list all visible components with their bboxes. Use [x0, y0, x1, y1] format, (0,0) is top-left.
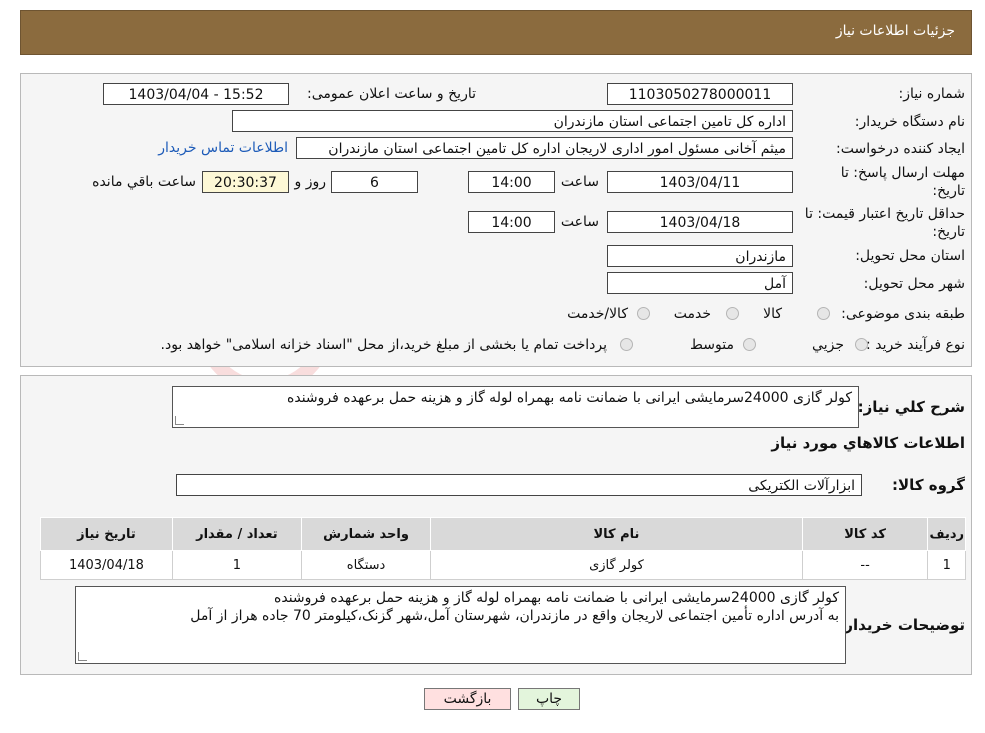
process-note: پرداخت تمام یا بخشی از مبلغ خرید،از محل …	[160, 337, 607, 353]
description-label: شرح کلي نياز:	[857, 398, 965, 416]
validity-date-field: 1403/04/18	[607, 211, 793, 233]
buyer-notes-textarea[interactable]: کولر گازی 24000سرمایشی ایرانی با ضمانت ن…	[75, 586, 846, 664]
process-option-medium: متوسط	[690, 337, 734, 353]
process-radio-medium[interactable]	[743, 338, 756, 351]
cell-code: --	[801, 550, 929, 580]
need-number-label: شماره نیاز:	[898, 86, 966, 102]
col-code: کد کالا	[801, 517, 929, 551]
validity-label-line1: حداقل تاریخ اعتبار قیمت: تا	[804, 206, 965, 222]
buyer-org-label: نام دستگاه خریدار:	[854, 114, 965, 130]
process-radio-minor[interactable]	[855, 338, 868, 351]
deadline-date-field: 1403/04/11	[607, 171, 793, 193]
deadline-label-line2: تاریخ:	[932, 183, 965, 199]
need-number-field: 1103050278000011	[607, 83, 793, 105]
category-radio-goods-service[interactable]	[637, 307, 650, 320]
resize-grip-icon[interactable]	[175, 416, 184, 425]
city-field: آمل	[607, 272, 793, 294]
col-row: رديف	[927, 517, 966, 551]
buyer-org-field: اداره کل تامین اجتماعی استان مازندران	[232, 110, 793, 132]
cell-name: کولر گازی	[430, 550, 803, 580]
items-table-header: رديف کد کالا نام کالا واحد شمارش تعداد /…	[40, 517, 966, 551]
category-radio-service[interactable]	[726, 307, 739, 320]
buyer-notes-line2: به آدرس اداره تأمین اجتماعی لاریجان واقع…	[190, 608, 839, 624]
goods-group-field: ابزارآلات الکتریکی	[176, 474, 862, 496]
deadline-time-field: 14:00	[468, 171, 555, 193]
validity-label-line2: تاریخ:	[932, 224, 965, 240]
province-field: مازندران	[607, 245, 793, 267]
days-remaining-field: 6	[331, 171, 418, 193]
cell-date: 1403/04/18	[40, 550, 173, 580]
category-label: طبقه بندی موضوعی:	[841, 306, 965, 322]
announce-label: تاریخ و ساعت اعلان عمومی:	[307, 86, 476, 102]
col-unit: واحد شمارش	[300, 517, 432, 551]
col-qty: تعداد / مقدار	[171, 517, 302, 551]
validity-time-field: 14:00	[468, 211, 555, 233]
deadline-time-label: ساعت	[560, 174, 599, 190]
creator-field: میثم آخانی مسئول امور اداری لاریجان ادار…	[296, 137, 793, 159]
description-textarea[interactable]: کولر گازی 24000سرمایشی ایرانی با ضمانت ن…	[172, 386, 859, 428]
items-section-title: اطلاعات کالاهاي مورد نياز	[771, 434, 965, 452]
process-label: نوع فرآیند خرید :	[866, 337, 965, 353]
category-radio-goods[interactable]	[817, 307, 830, 320]
creator-label: ایجاد کننده درخواست:	[836, 141, 965, 157]
announce-datetime-field: 1403/04/04 - 15:52	[103, 83, 289, 105]
cell-unit: دستگاه	[300, 550, 432, 580]
resize-grip-icon[interactable]	[78, 652, 87, 661]
cell-qty: 1	[171, 550, 302, 580]
category-option-goods: کالا	[763, 306, 782, 322]
deadline-label-line1: مهلت ارسال پاسخ: تا	[840, 165, 965, 181]
category-option-service: خدمت	[673, 306, 711, 322]
print-button[interactable]: چاپ	[518, 688, 580, 710]
col-name: نام کالا	[430, 517, 803, 551]
city-label: شهر محل تحویل:	[863, 276, 965, 292]
days-label: روز و	[294, 174, 327, 190]
buyer-notes-line1: کولر گازی 24000سرمایشی ایرانی با ضمانت ن…	[274, 590, 839, 606]
back-button[interactable]: بازگشت	[424, 688, 511, 710]
goods-group-label: گروه کالا:	[892, 476, 965, 494]
process-checkbox-treasury[interactable]	[620, 338, 633, 351]
page-title: جزئیات اطلاعات نیاز	[835, 23, 955, 39]
description-text: کولر گازی 24000سرمایشی ایرانی با ضمانت ن…	[287, 390, 852, 406]
col-date: تاريخ نياز	[40, 517, 173, 551]
province-label: استان محل تحویل:	[855, 248, 965, 264]
buyer-contact-link[interactable]: اطلاعات تماس خریدار	[158, 140, 288, 156]
items-table: رديف کد کالا نام کالا واحد شمارش تعداد /…	[40, 517, 966, 580]
table-row: 1 -- کولر گازی دستگاه 1 1403/04/18	[40, 550, 966, 580]
category-option-goods-service: کالا/خدمت	[567, 306, 628, 322]
cell-row: 1	[927, 550, 966, 580]
remaining-label: ساعت باقي مانده	[92, 174, 196, 190]
buyer-notes-label: توضیحات خریدار:	[838, 616, 965, 634]
process-option-minor: جزیي	[812, 337, 844, 353]
validity-time-label: ساعت	[560, 214, 599, 230]
remaining-time-field: 20:30:37	[202, 171, 289, 193]
page-header: جزئیات اطلاعات نیاز	[20, 10, 972, 55]
